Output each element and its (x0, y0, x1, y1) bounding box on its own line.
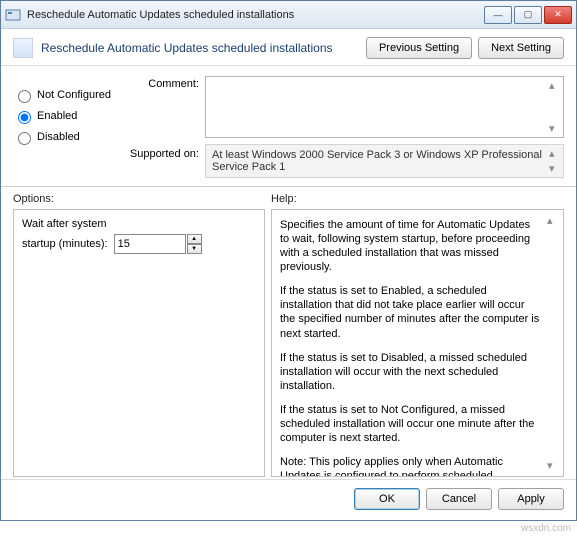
header: Reschedule Automatic Updates scheduled i… (1, 29, 576, 66)
dialog-window: Reschedule Automatic Updates scheduled i… (0, 0, 577, 521)
config-area: Not Configured Enabled Disabled Comment:… (1, 66, 576, 187)
spin-down-button[interactable]: ▼ (187, 244, 202, 254)
radio-disabled-input[interactable] (18, 132, 31, 145)
radio-enabled-input[interactable] (18, 111, 31, 124)
close-button[interactable]: ✕ (544, 6, 572, 24)
scroll-down-icon[interactable]: ▾ (549, 162, 561, 175)
radio-enabled-label: Enabled (37, 110, 77, 122)
help-panel: Specifies the amount of time for Automat… (271, 209, 564, 477)
help-text: If the status is set to Disabled, a miss… (280, 351, 541, 393)
ok-button[interactable]: OK (354, 488, 420, 510)
watermark: wsxdn.com (0, 521, 577, 536)
scroll-up-icon[interactable]: ▴ (547, 214, 559, 227)
scroll-down-icon[interactable]: ▾ (549, 122, 561, 135)
app-icon (5, 7, 21, 23)
page-title: Reschedule Automatic Updates scheduled i… (41, 41, 360, 55)
radio-disabled-label: Disabled (37, 131, 80, 143)
help-text: Specifies the amount of time for Automat… (280, 218, 541, 274)
wait-after-system-label: Wait after system (22, 218, 256, 230)
comment-label: Comment: (123, 76, 205, 138)
cancel-button[interactable]: Cancel (426, 488, 492, 510)
state-radiogroup: Not Configured Enabled Disabled (13, 72, 123, 178)
radio-disabled[interactable]: Disabled (13, 129, 123, 145)
startup-minutes-label: startup (minutes): (22, 238, 108, 250)
help-text: Note: This policy applies only when Auto… (280, 455, 541, 477)
help-scrollbar[interactable]: ▴▾ (547, 214, 559, 472)
scroll-up-icon[interactable]: ▴ (549, 147, 561, 160)
titlebar[interactable]: Reschedule Automatic Updates scheduled i… (1, 1, 576, 29)
footer: OK Cancel Apply (1, 479, 576, 520)
radio-enabled[interactable]: Enabled (13, 108, 123, 124)
help-heading: Help: (271, 193, 564, 205)
apply-button[interactable]: Apply (498, 488, 564, 510)
radio-not-configured[interactable]: Not Configured (13, 87, 123, 103)
supported-scrollbar[interactable]: ▴▾ (549, 147, 561, 175)
previous-setting-button[interactable]: Previous Setting (366, 37, 472, 59)
options-heading: Options: (13, 193, 265, 205)
supported-on-text: At least Windows 2000 Service Pack 3 or … (212, 149, 542, 173)
radio-not-configured-input[interactable] (18, 90, 31, 103)
scroll-up-icon[interactable]: ▴ (549, 79, 561, 92)
startup-minutes-input[interactable] (114, 234, 186, 254)
policy-icon (13, 38, 33, 58)
comment-textarea[interactable]: ▴▾ (205, 76, 564, 138)
help-text: If the status is set to Enabled, a sched… (280, 284, 541, 340)
help-text: If the status is set to Not Configured, … (280, 403, 541, 445)
supported-on-box: At least Windows 2000 Service Pack 3 or … (205, 144, 564, 178)
window-title: Reschedule Automatic Updates scheduled i… (27, 9, 484, 21)
scroll-down-icon[interactable]: ▾ (547, 459, 559, 472)
next-setting-button[interactable]: Next Setting (478, 37, 564, 59)
spin-up-button[interactable]: ▲ (187, 234, 202, 244)
options-panel: Wait after system startup (minutes): ▲ ▼ (13, 209, 265, 477)
comment-scrollbar[interactable]: ▴▾ (549, 79, 561, 135)
minimize-button[interactable]: — (484, 6, 512, 24)
maximize-button[interactable]: ▢ (514, 6, 542, 24)
supported-label: Supported on: (123, 144, 205, 160)
radio-not-configured-label: Not Configured (37, 89, 111, 101)
